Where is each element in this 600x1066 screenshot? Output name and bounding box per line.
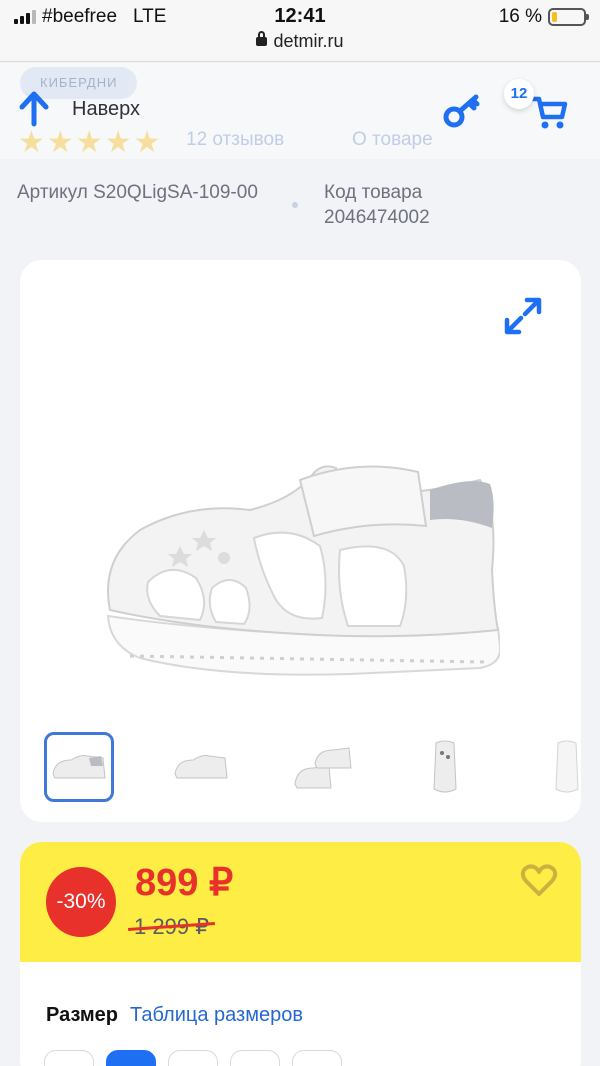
cart-count-badge: 12: [504, 79, 534, 109]
product-code: Код товара 2046474002: [324, 180, 430, 230]
favorite-heart-icon[interactable]: [520, 864, 558, 903]
size-option-selected[interactable]: [106, 1050, 156, 1066]
key-icon[interactable]: [442, 93, 482, 134]
cart-button[interactable]: 12: [504, 77, 574, 137]
faded-about-link: О товаре: [352, 129, 433, 150]
sticky-header: КИБЕРДНИ ★★★★★ 12 отзывов О товаре Навер…: [0, 63, 600, 159]
discount-badge: -30%: [46, 867, 116, 937]
faded-rating-stars: ★★★★★: [18, 126, 163, 159]
sandal-thumb-image: [52, 755, 106, 779]
old-price: 1 299 ₽: [134, 914, 210, 939]
size-option[interactable]: [292, 1050, 342, 1066]
cart-icon: [530, 96, 568, 129]
sandal-thumb-image: [433, 740, 457, 793]
thumbnail[interactable]: [288, 732, 358, 802]
status-bar: #beefree LTE 12:41 detmir.ru 16 %: [0, 0, 600, 62]
url-text: detmir.ru: [273, 31, 344, 51]
size-row: Размер Таблица размеров: [46, 1004, 303, 1027]
size-option[interactable]: [168, 1050, 218, 1066]
size-title: Размер: [46, 1004, 119, 1026]
arrow-up-icon: [19, 91, 49, 127]
size-options: [44, 1050, 342, 1066]
separator-dot: [292, 202, 298, 208]
battery-icon: [548, 8, 589, 26]
price-band: -30% 899 ₽ 1 299 ₽: [20, 842, 581, 962]
sandal-thumb-image: [174, 755, 228, 779]
thumbnail[interactable]: [532, 732, 581, 802]
thumbnail[interactable]: [166, 732, 236, 802]
sandal-thumb-image: [294, 747, 352, 789]
product-gallery: [20, 260, 581, 822]
product-article: Артикул S20QLigSA-109-00: [17, 182, 258, 203]
lock-icon: [256, 31, 268, 46]
current-price: 899 ₽: [135, 862, 234, 904]
product-code-value: 2046474002: [324, 207, 430, 228]
price-card: -30% 899 ₽ 1 299 ₽ Размер Таблица размер…: [20, 842, 581, 1066]
size-option[interactable]: [230, 1050, 280, 1066]
thumbnail[interactable]: [44, 732, 114, 802]
product-main-image[interactable]: [100, 450, 500, 690]
sandal-thumb-image: [555, 740, 579, 793]
battery-percent: 16 %: [498, 6, 542, 27]
scroll-to-top-label: Наверх: [72, 97, 140, 120]
size-table-link[interactable]: Таблица размеров: [130, 1004, 303, 1027]
size-option[interactable]: [44, 1050, 94, 1066]
address-bar[interactable]: detmir.ru: [0, 31, 600, 52]
product-code-label: Код товара: [324, 182, 423, 203]
thumbnail[interactable]: [410, 732, 480, 802]
scroll-to-top-button[interactable]: Наверх: [18, 91, 140, 127]
thumbnail-strip: [44, 732, 581, 804]
faded-reviews-link: 12 отзывов: [186, 129, 285, 150]
status-right: 16 %: [498, 6, 589, 28]
expand-icon[interactable]: [503, 296, 543, 341]
